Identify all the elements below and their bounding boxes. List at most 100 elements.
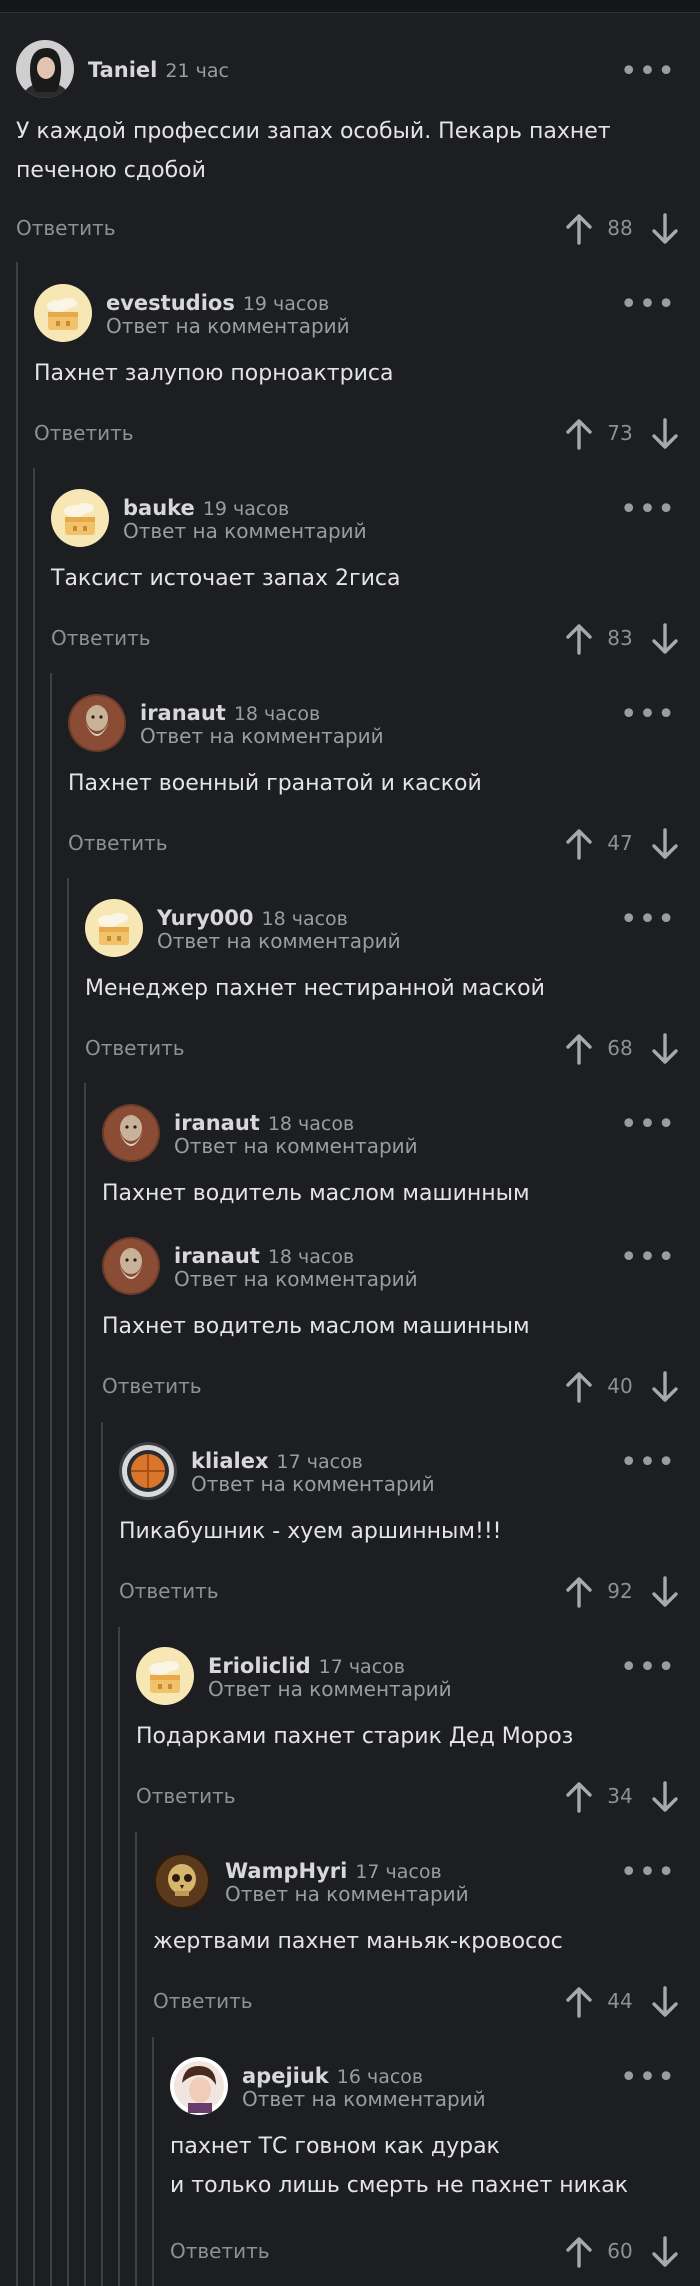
vote-widget: 40 (564, 1370, 680, 1404)
comment-time: 18 часов (267, 1246, 355, 1268)
arrow-down-icon[interactable] (650, 1575, 680, 1613)
avatar[interactable] (68, 694, 126, 752)
more-dots-icon[interactable]: ••• (620, 1653, 676, 1683)
vote-widget: 83 (564, 622, 680, 656)
avatar[interactable] (102, 1237, 160, 1295)
comment-author[interactable]: klialex 17 часов (191, 1449, 363, 1473)
vote-widget: 34 (564, 1780, 680, 1814)
author-name[interactable]: evestudios (106, 291, 235, 315)
more-dots-icon[interactable]: ••• (620, 1243, 676, 1273)
comment-time: 21 час (165, 60, 229, 82)
arrow-up-icon[interactable] (564, 1370, 594, 1408)
comment-author[interactable]: evestudios 19 часов (106, 291, 329, 315)
arrow-down-icon[interactable] (650, 1032, 680, 1070)
thread-line (118, 1627, 120, 2286)
reply-button[interactable]: Ответить (16, 216, 116, 240)
reply-to-link[interactable]: Ответ на комментарий (140, 724, 384, 748)
avatar[interactable] (153, 1852, 211, 1910)
comment-author[interactable]: WampHyri 17 часов (225, 1859, 442, 1883)
reply-to-link[interactable]: Ответ на комментарий (157, 929, 401, 953)
more-dots-icon[interactable]: ••• (620, 700, 676, 730)
comment-author[interactable]: iranaut 18 часов (174, 1244, 354, 1268)
avatar[interactable] (102, 1104, 160, 1162)
more-dots-icon[interactable]: ••• (620, 57, 676, 87)
more-dots-icon[interactable]: ••• (620, 2063, 676, 2093)
author-name[interactable]: Yury000 (157, 906, 254, 930)
avatar[interactable] (170, 2057, 228, 2115)
more-dots-icon[interactable]: ••• (620, 1110, 676, 1140)
comment-author[interactable]: Erioliclid 17 часов (208, 1654, 405, 1678)
comment-author[interactable]: apejiuk 16 часов (242, 2064, 423, 2088)
arrow-down-icon[interactable] (650, 1780, 680, 1818)
comment-author[interactable]: bauke 19 часов (123, 496, 289, 520)
comment-text: Пахнет водитель маслом машинным (102, 1181, 530, 1206)
reply-to-link[interactable]: Ответ на комментарий (174, 1134, 418, 1158)
reply-button[interactable]: Ответить (85, 1036, 185, 1060)
author-name[interactable]: iranaut (174, 1111, 260, 1135)
thread-line (135, 1832, 137, 2286)
author-name[interactable]: klialex (191, 1449, 269, 1473)
author-name[interactable]: Taniel (88, 58, 157, 82)
more-dots-icon[interactable]: ••• (620, 290, 676, 320)
more-dots-icon[interactable]: ••• (620, 905, 676, 935)
avatar[interactable] (51, 489, 109, 547)
reply-to-link[interactable]: Ответ на комментарий (106, 314, 350, 338)
author-name[interactable]: Erioliclid (208, 1654, 311, 1678)
arrow-up-icon[interactable] (564, 212, 594, 250)
more-dots-icon[interactable]: ••• (620, 495, 676, 525)
arrow-up-icon[interactable] (564, 827, 594, 865)
thread-line (101, 1422, 103, 2286)
reply-to-link[interactable]: Ответ на комментарий (123, 519, 367, 543)
arrow-up-icon[interactable] (564, 1575, 594, 1613)
comment-author[interactable]: Yury000 18 часов (157, 906, 348, 930)
comment-text: Подарками пахнет старик Дед Мороз (136, 1724, 574, 1749)
comment-author[interactable]: iranaut 18 часов (140, 701, 320, 725)
arrow-down-icon[interactable] (650, 622, 680, 660)
comment-time: 18 часов (261, 908, 348, 930)
arrow-down-icon[interactable] (650, 212, 680, 250)
avatar[interactable] (16, 40, 74, 98)
reply-button[interactable]: Ответить (34, 421, 134, 445)
arrow-down-icon[interactable] (650, 417, 680, 455)
avatar[interactable] (85, 899, 143, 957)
reply-to-link[interactable]: Ответ на комментарий (191, 1472, 435, 1496)
author-name[interactable]: iranaut (140, 701, 226, 725)
avatar[interactable] (136, 1647, 194, 1705)
reply-to-link[interactable]: Ответ на комментарий (174, 1267, 418, 1291)
more-dots-icon[interactable]: ••• (620, 1858, 676, 1888)
arrow-down-icon[interactable] (650, 1370, 680, 1408)
comment-text: Пахнет залупою порноактриса (34, 361, 394, 386)
arrow-down-icon[interactable] (650, 827, 680, 865)
reply-to-link[interactable]: Ответ на комментарий (225, 1882, 469, 1906)
comment-author[interactable]: Taniel 21 час (88, 58, 229, 82)
vote-count: 44 (607, 1989, 633, 2013)
thread-line (50, 673, 52, 2286)
vote-widget: 44 (564, 1985, 680, 2019)
arrow-up-icon[interactable] (564, 2235, 594, 2273)
reply-to-link[interactable]: Ответ на комментарий (242, 2087, 486, 2111)
reply-to-link[interactable]: Ответ на комментарий (208, 1677, 452, 1701)
more-dots-icon[interactable]: ••• (620, 1448, 676, 1478)
arrow-up-icon[interactable] (564, 1032, 594, 1070)
author-name[interactable]: iranaut (174, 1244, 260, 1268)
arrow-down-icon[interactable] (650, 1985, 680, 2023)
reply-button[interactable]: Ответить (51, 626, 151, 650)
reply-button[interactable]: Ответить (136, 1784, 236, 1808)
avatar[interactable] (34, 284, 92, 342)
avatar[interactable] (119, 1442, 177, 1500)
reply-button[interactable]: Ответить (119, 1579, 219, 1603)
author-name[interactable]: WampHyri (225, 1859, 347, 1883)
reply-button[interactable]: Ответить (153, 1989, 253, 2013)
author-name[interactable]: apejiuk (242, 2064, 329, 2088)
arrow-up-icon[interactable] (564, 1985, 594, 2023)
author-name[interactable]: bauke (123, 496, 195, 520)
reply-button[interactable]: Ответить (170, 2239, 270, 2263)
reply-button[interactable]: Ответить (68, 831, 168, 855)
arrow-up-icon[interactable] (564, 622, 594, 660)
arrow-up-icon[interactable] (564, 417, 594, 455)
reply-button[interactable]: Ответить (102, 1374, 202, 1398)
arrow-up-icon[interactable] (564, 1780, 594, 1818)
comment-author[interactable]: iranaut 18 часов (174, 1111, 354, 1135)
vote-widget: 60 (564, 2235, 680, 2269)
arrow-down-icon[interactable] (650, 2235, 680, 2273)
